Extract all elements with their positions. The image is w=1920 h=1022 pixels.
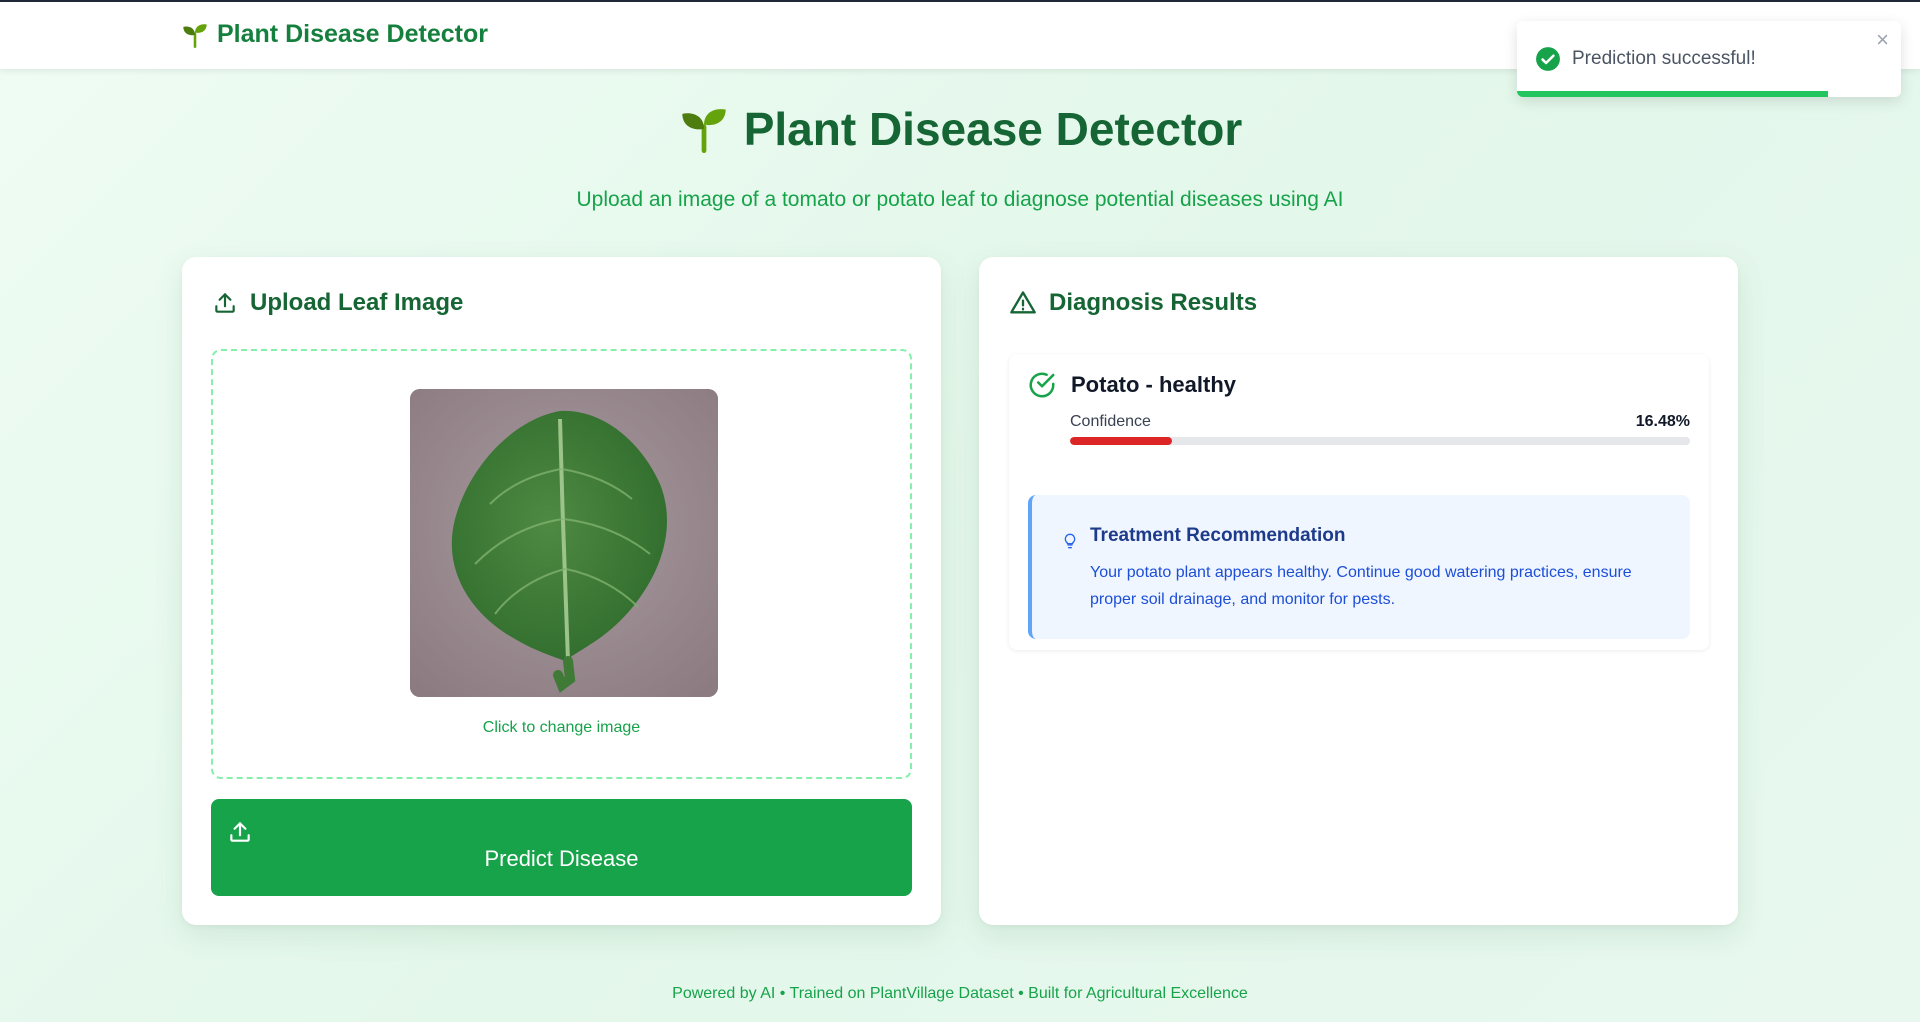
upload-card: Upload Leaf Image Click to change image … [182,257,941,925]
treatment-recommendation: Treatment Recommendation Your potato pla… [1028,495,1690,639]
diagnosis-label: Potato - healthy [1071,372,1237,397]
page-subtitle: Upload an image of a tomato or potato le… [576,188,1344,211]
leaf-image-preview[interactable] [410,389,718,697]
results-card-title: Diagnosis Results [1009,289,1257,317]
confidence-bar-fill [1070,437,1173,445]
sprout-icon [682,109,726,154]
success-toast[interactable]: Prediction successful! × [1517,21,1901,97]
image-dropzone[interactable]: Click to change image [211,349,912,779]
page-title-text: Plant Disease Detector [743,103,1243,155]
upload-card-title: Upload Leaf Image [212,289,463,317]
confidence-value: 16.48% [1635,413,1690,430]
upload-icon [215,293,235,313]
alert-triangle-icon [1010,291,1036,314]
upload-icon [230,822,250,842]
results-card-title-text: Diagnosis Results [1049,289,1258,316]
check-circle-icon [1029,372,1055,398]
close-icon[interactable]: × [1876,27,1889,53]
diagnosis-result: Potato - healthy Confidence 16.48% Treat… [1009,354,1709,650]
predict-disease-button[interactable]: Predict Disease [211,799,912,896]
lightbulb-icon [1064,533,1076,549]
change-image-hint[interactable]: Click to change image [213,719,910,737]
nav-brand[interactable]: Plant Disease Detector [181,20,488,49]
upload-card-title-text: Upload Leaf Image [250,289,464,316]
predict-button-label: Predict Disease [484,846,639,871]
page-title: Plant Disease Detector [0,102,1920,156]
confidence-label: Confidence [1070,413,1151,430]
sprout-icon [183,23,207,48]
diagnosis-heading: Potato - healthy [1027,370,1236,400]
toast-message: Prediction successful! [1572,48,1756,69]
confidence-bar [1070,437,1690,445]
footer-text: Powered by AI • Trained on PlantVillage … [672,985,1248,1002]
treatment-title: Treatment Recommendation [1090,525,1346,546]
potato-leaf-image [410,389,718,697]
nav-brand-label: Plant Disease Detector [217,20,488,48]
treatment-text: Your potato plant appears healthy. Conti… [1090,564,1632,608]
results-card: Diagnosis Results Potato - healthy Confi… [979,257,1738,925]
toast-progress-bar [1517,91,1829,97]
check-circle-icon [1536,47,1560,71]
